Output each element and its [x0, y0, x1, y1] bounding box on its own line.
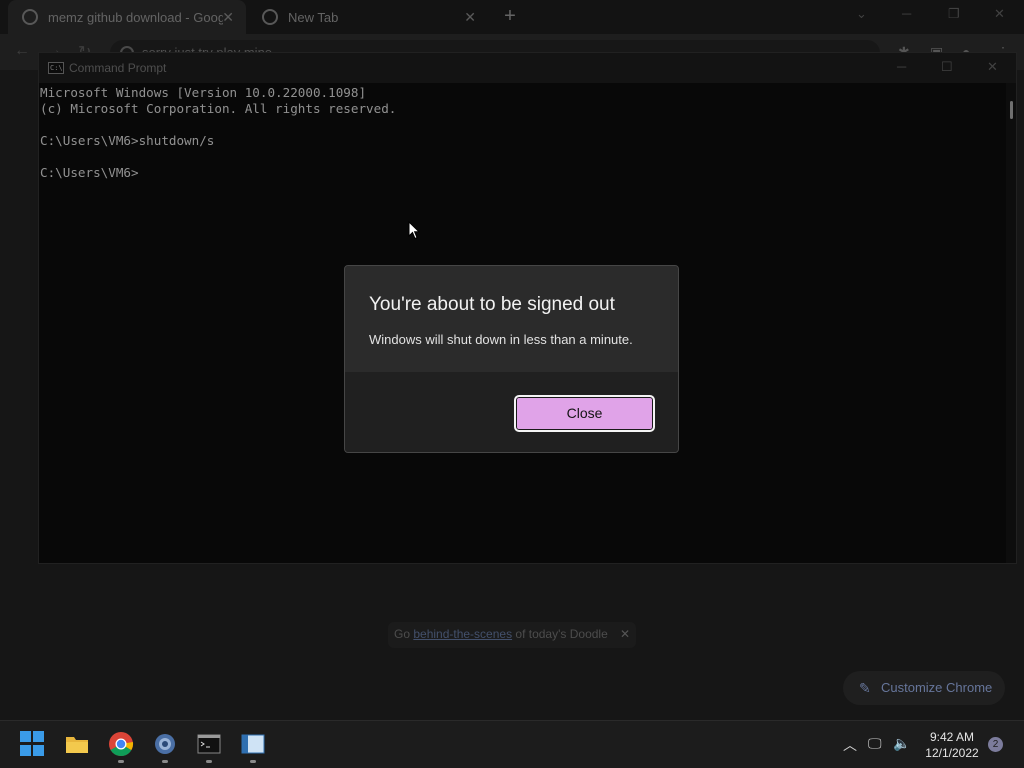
- desktop-screen: memz github download - Google ✕ New Tab …: [0, 0, 1024, 768]
- running-indicator: [162, 760, 168, 763]
- dialog-message: Windows will shut down in less than a mi…: [369, 332, 633, 347]
- clock-time: 9:42 AM: [929, 730, 975, 744]
- dialog-title: You're about to be signed out: [369, 294, 615, 315]
- network-icon[interactable]: 🖵: [868, 735, 882, 752]
- clock[interactable]: 9:42 AM 12/1/2022: [918, 729, 986, 761]
- signout-dialog: You're about to be signed out Windows wi…: [344, 265, 679, 453]
- file-explorer-icon[interactable]: [64, 731, 90, 757]
- taskbar: ︿ 🖵 🔈 9:42 AM 12/1/2022 2: [0, 720, 1024, 768]
- close-button[interactable]: Close: [514, 395, 655, 432]
- running-indicator: [206, 760, 212, 763]
- settings-icon[interactable]: [152, 731, 178, 757]
- chrome-icon[interactable]: [108, 731, 134, 757]
- clock-date: 12/1/2022: [925, 746, 979, 760]
- notification-badge[interactable]: 2: [988, 737, 1003, 752]
- command-prompt-icon[interactable]: [196, 731, 222, 757]
- running-indicator: [250, 760, 256, 763]
- show-hidden-icons-icon[interactable]: ︿: [843, 735, 857, 755]
- mouse-cursor-icon: [408, 221, 420, 240]
- dialog-button-area: Close: [345, 372, 678, 452]
- start-icon[interactable]: [20, 731, 46, 757]
- dialog-content: You're about to be signed out Windows wi…: [345, 266, 678, 372]
- running-indicator: [118, 760, 124, 763]
- window-app-icon[interactable]: [240, 731, 266, 757]
- volume-icon[interactable]: 🔈: [893, 735, 910, 752]
